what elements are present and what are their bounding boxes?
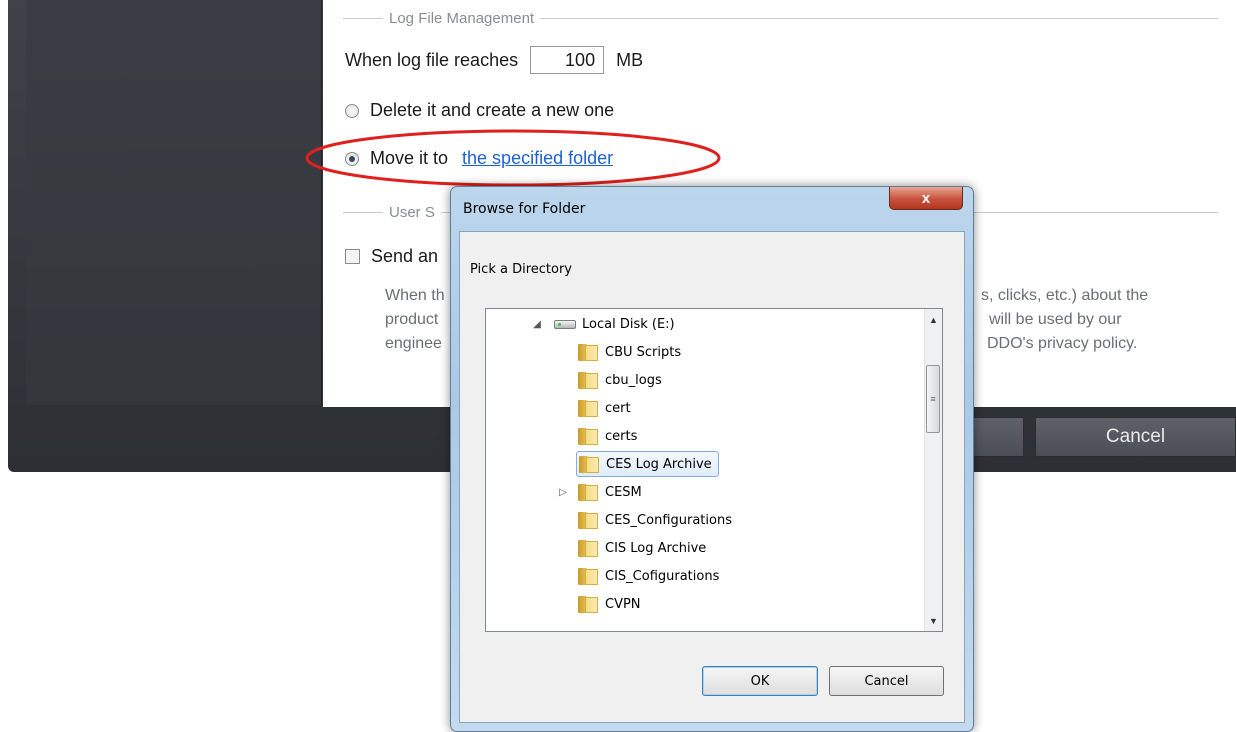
folder-label: CES Log Archive bbox=[606, 456, 712, 472]
tree-item-folder[interactable]: CBU Scripts bbox=[578, 339, 681, 365]
header-divider bbox=[343, 211, 383, 213]
scroll-down-arrow-icon[interactable]: ▼ bbox=[925, 612, 942, 629]
folder-icon bbox=[578, 539, 598, 557]
size-unit-label: MB bbox=[616, 49, 644, 70]
send-data-checkbox[interactable] bbox=[345, 249, 360, 264]
folder-icon bbox=[579, 455, 599, 473]
desc-line-1-right: s, clicks, etc.) about the bbox=[981, 287, 1149, 304]
scroll-thumb[interactable]: ≡ bbox=[926, 365, 940, 433]
tree-item-folder-selected[interactable]: CES Log Archive bbox=[576, 451, 719, 477]
cancel-button[interactable]: Cancel bbox=[1035, 417, 1236, 457]
pick-directory-label: Pick a Directory bbox=[470, 262, 572, 277]
folder-icon bbox=[578, 483, 598, 501]
log-group-title: Log File Management bbox=[389, 9, 535, 27]
folder-icon bbox=[578, 399, 598, 417]
desc-line-3-right: DDO's privacy policy. bbox=[987, 335, 1138, 352]
drive-icon bbox=[554, 319, 576, 329]
folder-label: cert bbox=[605, 400, 631, 416]
user-group-title: User S bbox=[389, 203, 435, 221]
header-divider bbox=[343, 17, 383, 19]
move-radio[interactable] bbox=[345, 151, 359, 166]
folder-label: CES_Configurations bbox=[605, 512, 732, 528]
log-file-management-header: Log File Management bbox=[343, 8, 1218, 28]
log-size-input[interactable] bbox=[530, 46, 605, 74]
folder-icon bbox=[578, 427, 598, 445]
folder-label: CESM bbox=[605, 484, 642, 500]
dialog-cancel-button[interactable]: Cancel bbox=[829, 666, 944, 696]
tree-item-folder[interactable]: ▷ CESM bbox=[558, 479, 642, 505]
tree-item-folder[interactable]: CIS_Cofigurations bbox=[578, 563, 719, 589]
folder-label: CBU Scripts bbox=[605, 344, 682, 360]
folder-icon bbox=[578, 567, 598, 585]
ok-button[interactable]: OK bbox=[702, 666, 818, 696]
tree-item-folder[interactable]: CVPN bbox=[578, 591, 641, 617]
tree-item-folder[interactable]: CES_Configurations bbox=[578, 507, 732, 533]
navigation-panel bbox=[26, 0, 322, 405]
move-option-label: Move it to bbox=[370, 148, 449, 168]
tree-item-folder[interactable]: CIS Log Archive bbox=[578, 535, 706, 561]
specified-folder-link[interactable]: the specified folder bbox=[462, 148, 613, 169]
close-icon[interactable]: x bbox=[889, 187, 963, 210]
folder-icon bbox=[578, 343, 598, 361]
folder-label: CVPN bbox=[605, 596, 641, 612]
tree-scrollbar[interactable]: ▲ ≡ ▼ bbox=[924, 309, 942, 631]
dialog-title: Browse for Folder bbox=[463, 201, 586, 217]
folder-icon bbox=[578, 511, 598, 529]
collapse-arrow-icon[interactable]: ◢ bbox=[532, 319, 542, 330]
tree-item-folder[interactable]: cbu_logs bbox=[578, 367, 662, 393]
delete-option-label: Delete it and create a new one bbox=[370, 100, 615, 120]
folder-label: CIS Log Archive bbox=[605, 540, 707, 556]
folder-label: certs bbox=[605, 428, 638, 444]
tree-item-drive[interactable]: ◢ Local Disk (E:) bbox=[532, 311, 675, 337]
header-divider bbox=[540, 17, 1218, 19]
expand-arrow-icon[interactable]: ▷ bbox=[558, 487, 568, 498]
desc-line-2-right: will be used by our bbox=[989, 311, 1122, 328]
move-option-row[interactable]: Move it to the specified folder bbox=[345, 148, 613, 169]
folder-icon bbox=[578, 371, 598, 389]
desc-line-3-left: enginee bbox=[385, 335, 442, 352]
send-data-label: Send an bbox=[371, 246, 439, 266]
drive-label: Local Disk (E:) bbox=[582, 316, 675, 332]
folder-label: cbu_logs bbox=[605, 372, 662, 388]
tree-item-folder[interactable]: certs bbox=[578, 423, 637, 449]
desc-line-2-left: product bbox=[385, 311, 439, 328]
desc-line-1-left: When th bbox=[385, 287, 445, 304]
folder-label: CIS_Cofigurations bbox=[605, 568, 720, 584]
delete-option-row[interactable]: Delete it and create a new one bbox=[345, 100, 614, 121]
browse-for-folder-dialog: Browse for Folder x Pick a Directory ◢ L… bbox=[450, 186, 974, 732]
send-data-row[interactable]: Send an bbox=[345, 246, 438, 267]
folder-icon bbox=[578, 595, 598, 613]
tree-item-folder[interactable]: cert bbox=[578, 395, 631, 421]
when-log-label: When log file reaches bbox=[345, 49, 519, 70]
scroll-up-arrow-icon[interactable]: ▲ bbox=[925, 311, 942, 328]
dialog-body: Pick a Directory ◢ Local Disk (E:) CBU S… bbox=[459, 231, 965, 723]
delete-radio[interactable] bbox=[345, 103, 359, 118]
folder-tree[interactable]: ◢ Local Disk (E:) CBU Scripts cbu_logs c… bbox=[485, 308, 943, 632]
log-size-row: When log file reaches MB bbox=[345, 46, 643, 74]
